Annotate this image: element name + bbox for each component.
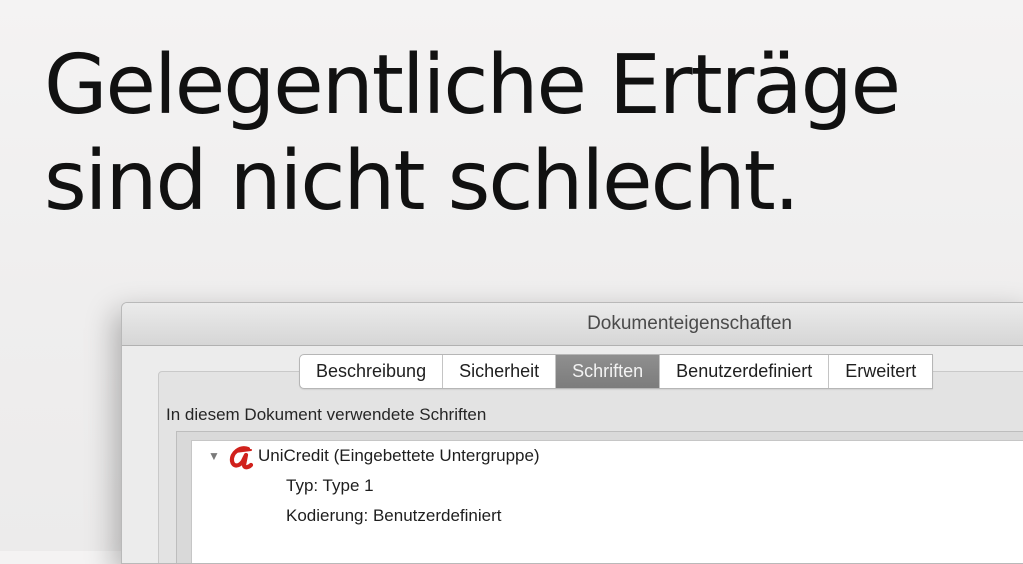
type1-font-icon bbox=[229, 446, 254, 470]
tab-erweitert[interactable]: Erweitert bbox=[829, 355, 932, 388]
font-name: UniCredit (Eingebettete Untergruppe) bbox=[258, 446, 540, 465]
dialog-titlebar[interactable]: Dokumenteigenschaften bbox=[122, 303, 1023, 346]
font-type: Typ: Type 1 bbox=[286, 476, 374, 495]
headline-line-2: sind nicht schlecht. bbox=[44, 134, 800, 229]
tab-bar: Beschreibung Sicherheit Schriften Benutz… bbox=[299, 354, 934, 389]
headline-line-1: Gelegentliche Erträge bbox=[44, 38, 901, 133]
tab-benutzerdefiniert[interactable]: Benutzerdefiniert bbox=[660, 355, 830, 388]
tab-beschreibung[interactable]: Beschreibung bbox=[300, 355, 444, 388]
tab-sicherheit[interactable]: Sicherheit bbox=[443, 355, 557, 388]
document-properties-dialog: Dokumenteigenschaften Beschreibung Siche… bbox=[121, 302, 1023, 564]
headline: Gelegentliche Erträge sind nicht schlech… bbox=[44, 38, 901, 230]
fonts-section-label: In diesem Dokument verwendete Schriften bbox=[166, 405, 487, 424]
font-row[interactable]: ▼ UniCredit (Eingebettete Untergruppe) bbox=[192, 441, 1023, 471]
disclosure-triangle-icon[interactable]: ▼ bbox=[208, 441, 220, 471]
dialog-title: Dokumenteigenschaften bbox=[587, 313, 792, 334]
font-list[interactable]: ▼ UniCredit (Eingebettete Untergruppe) T… bbox=[191, 440, 1023, 563]
tab-schriften[interactable]: Schriften bbox=[556, 355, 661, 388]
font-encoding: Kodierung: Benutzerdefiniert bbox=[286, 506, 502, 525]
